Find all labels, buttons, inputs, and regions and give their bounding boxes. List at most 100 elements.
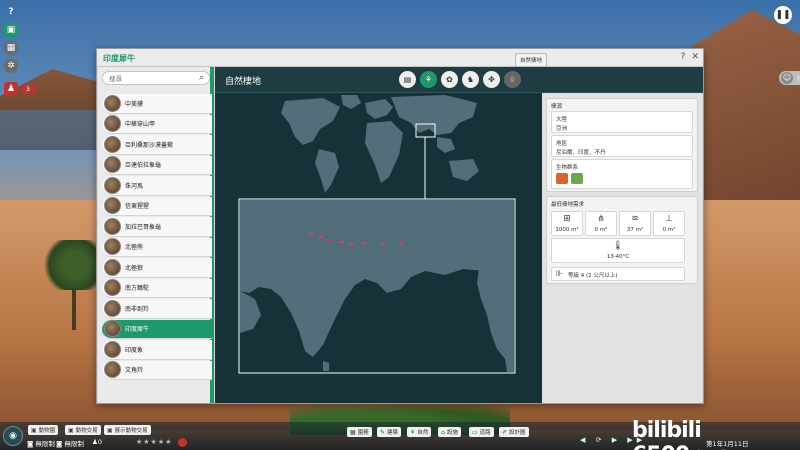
range-marker <box>327 239 332 241</box>
species-name: 亞利桑那沙漠蓋蠍 <box>125 141 174 149</box>
alert-icon[interactable] <box>178 438 187 447</box>
species-list-item[interactable]: 亞利桑那沙漠蓋蠍 <box>102 135 212 155</box>
species-name: 中美貘 <box>125 100 144 108</box>
climbing-area-icon: ⋔ <box>597 214 605 224</box>
biome-box: 生物群系 <box>551 159 693 189</box>
species-list-item[interactable]: 中華穿山甲 <box>102 114 212 134</box>
thermometer-icon: 🌡 <box>612 241 624 251</box>
species-list-item[interactable]: 北極狼 <box>102 258 212 278</box>
section-tabs: ▤ ⚘ ✿ ♞ ✥ ♛ <box>399 71 521 88</box>
species-list-item[interactable]: 中美貘 <box>102 94 212 114</box>
region-box: 地區 尼泊爾、印度、不丹 <box>551 135 693 157</box>
build-menu-button[interactable]: ✎ 建築 <box>377 427 402 437</box>
search-icon[interactable]: ⌕ <box>199 73 204 83</box>
compare-button[interactable]: ☺ 比較 <box>779 71 800 85</box>
grassland-biome-icon <box>556 173 568 184</box>
help-icon[interactable]: ? <box>4 5 18 19</box>
food-tab[interactable]: ✿ <box>441 71 458 88</box>
species-list-item[interactable]: 亞達伯拉象龜 <box>102 155 212 175</box>
species-name: 北極狼 <box>125 264 144 272</box>
facilities-menu-label: 設施 <box>446 430 458 436</box>
pause-icon[interactable]: ❚❚ <box>774 6 792 24</box>
water-area-icon: ≋ <box>631 214 639 224</box>
species-thumbnail <box>104 340 121 358</box>
fence-value: 等級 4 (2 公尺以上) <box>568 273 618 279</box>
species-list-item[interactable]: 信東猩猩 <box>102 196 212 216</box>
species-list-item[interactable]: 南非劍羚 <box>102 299 212 319</box>
species-name: 中華穿山甲 <box>125 121 156 129</box>
exhibit-trade-button[interactable]: ▣ 展示動物交易 <box>104 425 151 435</box>
overview-icon[interactable]: ◉ <box>3 426 23 446</box>
species-thumbnail <box>104 135 121 153</box>
requirement-grid: ⊞ 1000 m² ⋔ 0 m² ≋ 37 m² ⊥ 0 m² <box>551 211 685 236</box>
range-marker <box>381 243 385 245</box>
water-area-requirement: ≋ 37 m² <box>619 211 651 236</box>
species-name: 北極熊 <box>125 244 144 252</box>
gear-icon[interactable]: ✲ <box>4 59 18 73</box>
search-box[interactable]: ⌕ <box>102 71 210 85</box>
zoo-info-button[interactable]: ▣ 動物園 <box>28 425 59 435</box>
staff-alert-badge[interactable]: ♟ 3 <box>4 82 35 96</box>
species-thumbnail <box>104 238 121 256</box>
profile-tab[interactable]: ▤ <box>399 71 416 88</box>
continent-label: 大陸 <box>556 117 568 123</box>
design-menu-icon: ✐ <box>502 428 508 436</box>
social-tab[interactable]: ♞ <box>462 71 479 88</box>
species-list-item[interactable]: 侏河馬 <box>102 176 212 196</box>
range-marker <box>349 243 354 245</box>
conservation-value: 無限制 <box>64 440 84 448</box>
nature-menu-icon: ⚘ <box>410 428 416 436</box>
nature-menu-label: 自然 <box>417 430 429 436</box>
zoo-menu-button[interactable]: ▦ 園務 <box>347 427 372 437</box>
species-list-item[interactable]: 加拉巴哥象龜 <box>102 217 212 237</box>
species-list-item[interactable]: 南方鶴駝 <box>102 278 212 298</box>
range-marker <box>339 241 344 243</box>
left-toolbar: ? ▣ ▦ ✲ <box>4 5 20 77</box>
deep-water-requirement: ⊥ 0 m² <box>653 211 685 236</box>
species-list-item[interactable]: 北極熊 <box>102 237 212 257</box>
guest-count: ♟0 <box>92 438 102 446</box>
species-thumbnail <box>104 197 121 215</box>
climbing-area-value: 0 m² <box>594 227 608 233</box>
panel-title-bar: 印度犀牛 ? ✕ <box>97 49 703 67</box>
nature-menu-button[interactable]: ⚘ 自然 <box>407 427 432 437</box>
build-menu-icon: ✎ <box>380 428 386 436</box>
design-menu-button[interactable]: ✐ 設計圖 <box>499 427 529 437</box>
range-marker <box>309 233 314 235</box>
habitat-tab[interactable]: ⚘ <box>420 71 437 88</box>
paw-tab[interactable]: ✥ <box>483 71 500 88</box>
species-list-item[interactable]: 文角羚 <box>102 360 212 380</box>
person-icon: ☺ <box>781 72 793 84</box>
range-marker <box>399 242 403 244</box>
species-name: 南方鶴駝 <box>125 285 150 293</box>
water-area-value: 37 m² <box>626 227 644 233</box>
species-list-item[interactable]: 印度象 <box>102 340 212 360</box>
species-list-column: ⌕ 中美貘中華穿山甲亞利桑那沙漠蓋蠍亞達伯拉象龜侏河馬信東猩猩加拉巴哥象龜北極熊… <box>98 67 214 403</box>
species-name: 信東猩猩 <box>125 203 150 211</box>
trade-icon: ▣ <box>68 426 74 434</box>
info-column: 棲源 大陸 亞洲 地區 尼泊爾、印度、不丹 生物群系 最低棲地需求 ⊞ 1000 … <box>542 94 702 403</box>
fence-icon: ⊪ <box>556 269 563 278</box>
species-list-item[interactable]: 印度犀牛 <box>102 319 212 339</box>
zoo-info-label: 動物園 <box>38 428 56 434</box>
search-input[interactable] <box>109 74 197 84</box>
close-icon[interactable]: ✕ <box>691 52 699 62</box>
species-thumbnail <box>104 176 121 194</box>
path-menu-icon: ▭ <box>472 428 478 436</box>
path-menu-button[interactable]: ▭ 道路 <box>469 427 494 437</box>
zoopedia-icon[interactable]: ▣ <box>4 23 18 37</box>
facilities-menu-icon: ⌂ <box>441 428 445 436</box>
facilities-menu-button[interactable]: ⌂ 設施 <box>438 427 461 437</box>
panel-help-icon[interactable]: ? <box>681 52 686 62</box>
calendar-icon[interactable]: ▦ <box>4 41 18 55</box>
climbing-area-requirement: ⋔ 0 m² <box>585 211 617 236</box>
species-thumbnail <box>104 361 121 379</box>
panel-title: 印度犀牛 <box>103 54 135 63</box>
temperature-box: 🌡 13-40°C <box>551 238 685 263</box>
video-watermark: bilibili 6500nya <box>632 418 732 450</box>
animal-trade-label: 動物交易 <box>75 428 98 434</box>
animal-trade-button[interactable]: ▣ 動物交易 <box>65 425 101 435</box>
deep-water-value: 0 m² <box>662 227 676 233</box>
section-title: 自然棲地 <box>225 77 262 87</box>
biome-label: 生物群系 <box>556 165 579 171</box>
